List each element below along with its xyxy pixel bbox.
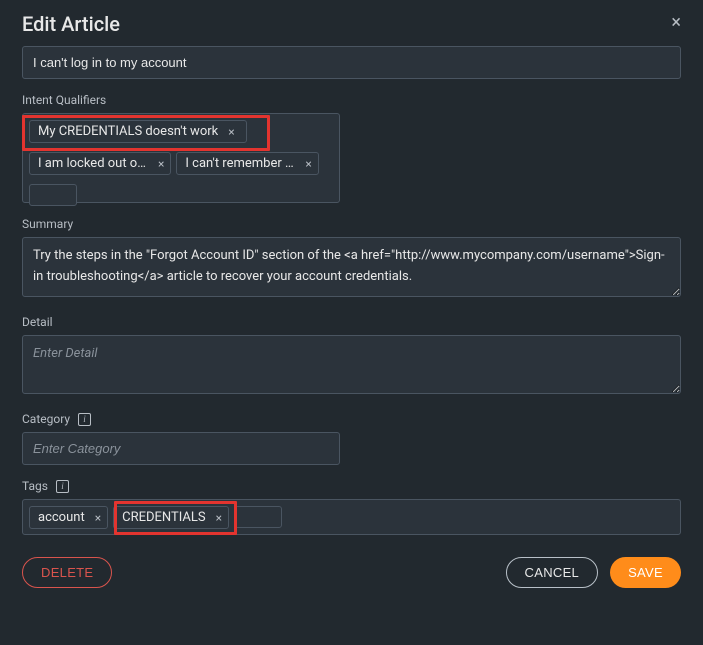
category-group: Category i [22,412,681,465]
tag-input-stub[interactable] [234,506,282,528]
remove-icon[interactable]: × [158,157,164,171]
modal-footer: DELETE CANCEL SAVE [22,557,681,588]
info-icon[interactable]: i [56,480,69,493]
remove-icon[interactable]: × [228,125,234,139]
tag-chip[interactable]: account × [29,506,108,529]
title-input[interactable] [22,46,681,79]
category-label-text: Category [22,412,70,426]
edit-article-modal: Edit Article × Intent Qualifiers My CRED… [0,0,703,610]
intent-qualifier-chip[interactable]: I can't remember my credentials × [176,152,318,175]
summary-label: Summary [22,217,681,231]
remove-icon[interactable]: × [95,511,101,525]
tags-label-text: Tags [22,479,48,493]
summary-textarea[interactable]: Try the steps in the "Forgot Account ID"… [22,237,681,297]
modal-header: Edit Article × [22,12,681,36]
chip-label: I am locked out of my account [38,156,148,171]
remove-icon[interactable]: × [216,511,222,525]
close-icon[interactable]: × [671,12,681,33]
category-input[interactable] [22,432,340,465]
chip-label: CREDENTIALS [122,510,205,525]
tags-well[interactable]: account × CREDENTIALS × [22,499,681,535]
info-icon[interactable]: i [78,413,91,426]
delete-button[interactable]: DELETE [22,557,112,588]
modal-title: Edit Article [22,12,120,36]
intent-qualifiers-well[interactable]: My CREDENTIALS doesn't work × I am locke… [22,113,340,203]
category-label: Category i [22,412,681,426]
intent-qualifiers-label: Intent Qualifiers [22,93,681,107]
intent-qualifier-chip[interactable]: I am locked out of my account × [29,152,171,175]
save-button[interactable]: SAVE [610,557,681,588]
tags-group: Tags i account × CREDENTIALS × [22,479,681,535]
tags-label: Tags i [22,479,681,493]
detail-label: Detail [22,315,681,329]
detail-group: Detail [22,315,681,399]
footer-right: CANCEL SAVE [506,557,681,588]
detail-textarea[interactable] [22,335,681,395]
remove-icon[interactable]: × [305,157,311,171]
summary-group: Summary Try the steps in the "Forgot Acc… [22,217,681,301]
tag-chip[interactable]: CREDENTIALS × [113,506,229,529]
chip-label: My CREDENTIALS doesn't work [38,124,218,139]
title-field-group [22,46,681,79]
cancel-button[interactable]: CANCEL [506,557,599,588]
intent-qualifier-chip[interactable]: My CREDENTIALS doesn't work × [29,120,247,143]
chip-label: I can't remember my credentials [185,156,295,171]
intent-qualifiers-group: Intent Qualifiers My CREDENTIALS doesn't… [22,93,681,203]
chip-label: account [38,510,85,525]
intent-qualifier-input-stub[interactable] [29,184,77,206]
